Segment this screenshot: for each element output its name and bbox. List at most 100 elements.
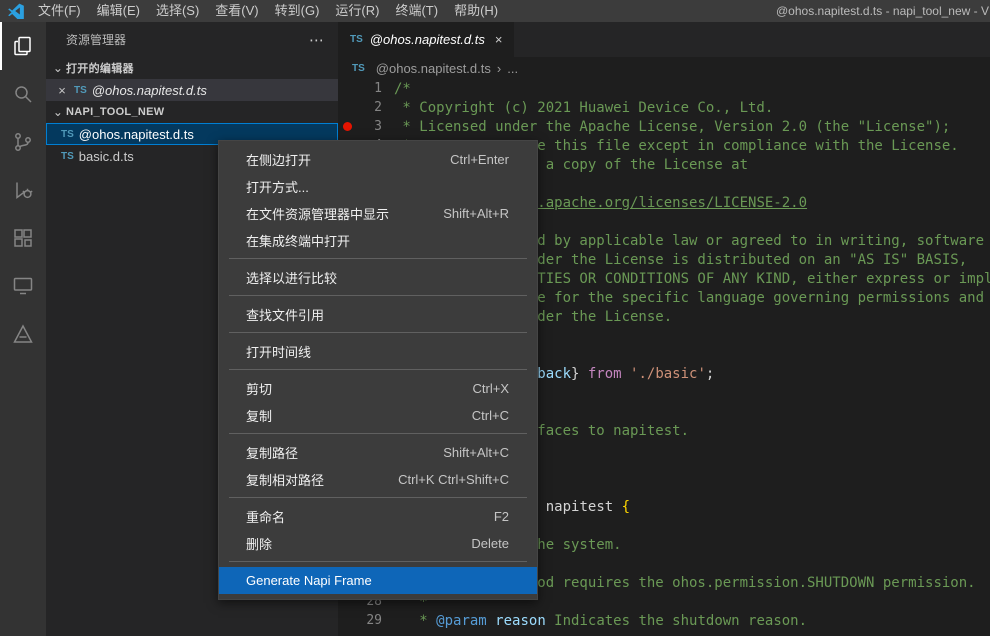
menu-item-shortcut: Ctrl+X	[473, 381, 509, 396]
menubar-item[interactable]: 帮助(H)	[446, 0, 506, 22]
context-menu-item[interactable]: 查找文件引用	[219, 301, 537, 328]
code-text: /*	[394, 81, 411, 97]
code-token: @param	[436, 613, 487, 629]
open-editor-item[interactable]: × TS @ohos.napitest.d.ts	[46, 79, 338, 101]
code-line: 3 * Licensed under the Apache License, V…	[338, 117, 990, 136]
menu-item-label: 在集成终端中打开	[246, 231, 350, 250]
typescript-file-icon: TS	[352, 63, 365, 74]
code-token: * Copyright (c) 2021 Huawei Device Co., …	[394, 100, 773, 116]
menu-item-shortcut: Ctrl+Enter	[450, 152, 509, 167]
breadcrumb-file[interactable]: @ohos.napitest.d.ts	[376, 61, 491, 76]
open-editor-filename: @ohos.napitest.d.ts	[92, 83, 207, 98]
menu-item-label: 复制路径	[246, 443, 298, 462]
activity-remote-explorer-icon[interactable]	[0, 262, 46, 310]
folder-section[interactable]: ⌄ NAPI_TOOL_NEW	[46, 101, 338, 123]
remote-explorer-icon	[11, 274, 35, 298]
typescript-file-icon: TS	[61, 129, 74, 140]
menu-separator	[229, 561, 527, 562]
code-token: './basic'	[630, 366, 706, 382]
menu-item-label: 复制	[246, 406, 272, 425]
menu-bar: 文件(F)编辑(E)选择(S)查看(V)转到(G)运行(R)终端(T)帮助(H)	[30, 0, 506, 22]
context-menu-item[interactable]: 复制Ctrl+C	[219, 402, 537, 429]
menu-item-shortcut: Shift+Alt+R	[443, 206, 509, 221]
menu-item-label: 查找文件引用	[246, 305, 324, 324]
typescript-file-icon: TS	[61, 151, 74, 162]
menu-item-shortcut: Shift+Alt+C	[443, 445, 509, 460]
breakpoint-dot	[343, 122, 352, 131]
menu-item-shortcut: Delete	[471, 536, 509, 551]
breakpoint-icon[interactable]	[338, 122, 356, 131]
menu-separator	[229, 258, 527, 259]
context-menu-item[interactable]: 复制路径 Shift+Alt+C	[219, 439, 537, 466]
menu-item-label: 剪切	[246, 379, 272, 398]
title-bar: 文件(F)编辑(E)选择(S)查看(V)转到(G)运行(R)终端(T)帮助(H)…	[0, 0, 990, 22]
tab-label: @ohos.napitest.d.ts	[370, 32, 485, 47]
more-actions-icon[interactable]: ⋯	[309, 31, 324, 49]
context-menu: 在侧边打开Ctrl+Enter 打开方式... 在文件资源管理器中显示 Shift+A…	[218, 140, 538, 600]
activity-source-control-icon[interactable]	[0, 118, 46, 166]
close-icon[interactable]: ×	[495, 32, 503, 47]
menubar-item[interactable]: 文件(F)	[30, 0, 89, 22]
code-text: * Copyright (c) 2021 Huawei Device Co., …	[394, 100, 773, 116]
activity-run-debug-icon[interactable]	[0, 166, 46, 214]
menubar-item[interactable]: 编辑(E)	[89, 0, 148, 22]
context-menu-item[interactable]: 复制相对路径 Ctrl+K Ctrl+Shift+C	[219, 466, 537, 493]
typescript-file-icon: TS	[74, 85, 87, 96]
context-menu-item[interactable]: 重命名 F2	[219, 503, 537, 530]
context-menu-item[interactable]: 在文件资源管理器中显示 Shift+Alt+R	[219, 200, 537, 227]
typescript-file-icon: TS	[350, 34, 363, 45]
breadcrumb-more[interactable]: ...	[507, 61, 518, 76]
search-icon	[11, 82, 35, 106]
menu-item-label: 在文件资源管理器中显示	[246, 204, 389, 223]
code-token	[487, 613, 495, 629]
menu-item-label: 复制相对路径	[246, 470, 324, 489]
menu-separator	[229, 497, 527, 498]
open-editors-section[interactable]: ⌄ 打开的编辑器	[46, 57, 338, 79]
menu-item-shortcut: Ctrl+K Ctrl+Shift+C	[398, 472, 509, 487]
code-token: * Licensed under the Apache License, Ver…	[394, 119, 950, 135]
activity-search-icon[interactable]	[0, 70, 46, 118]
run-debug-icon	[11, 178, 35, 202]
context-menu-item[interactable]: 打开时间线	[219, 338, 537, 365]
close-icon[interactable]: ×	[54, 83, 70, 98]
sidebar-title: 资源管理器	[66, 31, 126, 48]
chevron-down-icon: ⌄	[50, 105, 66, 119]
file-name: basic.d.ts	[79, 149, 134, 164]
context-menu-item[interactable]: 删除Delete	[219, 530, 537, 557]
menubar-item[interactable]: 选择(S)	[148, 0, 207, 22]
tab-ohos-napitest[interactable]: TS @ohos.napitest.d.ts ×	[338, 22, 514, 57]
folder-name: NAPI_TOOL_NEW	[66, 106, 164, 118]
napi-tool-icon	[11, 322, 35, 346]
activity-extensions-icon[interactable]	[0, 214, 46, 262]
line-number: 29	[356, 613, 382, 628]
context-menu-item[interactable]: 剪切 Ctrl+X	[219, 375, 537, 402]
vscode-logo	[8, 3, 24, 19]
menubar-item[interactable]: 终端(T)	[387, 0, 446, 22]
code-line: 1/*	[338, 79, 990, 98]
menu-item-shortcut: F2	[494, 509, 509, 524]
code-line: 29 * @param reason Indicates the shutdow…	[338, 611, 990, 630]
breadcrumb-separator-icon: ›	[497, 61, 501, 76]
activity-explorer-icon[interactable]	[0, 22, 46, 70]
menu-item-label: Generate Napi Frame	[246, 573, 372, 588]
menubar-item[interactable]: 运行(R)	[327, 0, 387, 22]
code-token: ;	[706, 366, 714, 382]
code-token	[622, 366, 630, 382]
menubar-item[interactable]: 转到(G)	[267, 0, 328, 22]
line-number: 3	[356, 119, 382, 134]
context-menu-item[interactable]: 在侧边打开Ctrl+Enter	[219, 146, 537, 173]
menu-separator	[229, 332, 527, 333]
context-menu-item[interactable]: Generate Napi Frame	[219, 567, 537, 594]
menubar-item[interactable]: 查看(V)	[207, 0, 266, 22]
menu-separator	[229, 295, 527, 296]
menu-item-label: 重命名	[246, 507, 285, 526]
activity-napi-tool-icon[interactable]	[0, 310, 46, 358]
context-menu-item[interactable]: 打开方式...	[219, 173, 537, 200]
code-token: *	[394, 613, 436, 629]
menu-item-label: 打开方式...	[246, 177, 309, 196]
file-name: @ohos.napitest.d.ts	[79, 127, 194, 142]
open-editors-label: 打开的编辑器	[66, 60, 134, 76]
context-menu-item[interactable]: 选择以进行比较	[219, 264, 537, 291]
context-menu-item[interactable]: 在集成终端中打开	[219, 227, 537, 254]
code-token: Indicates the shutdown reason.	[546, 613, 807, 629]
